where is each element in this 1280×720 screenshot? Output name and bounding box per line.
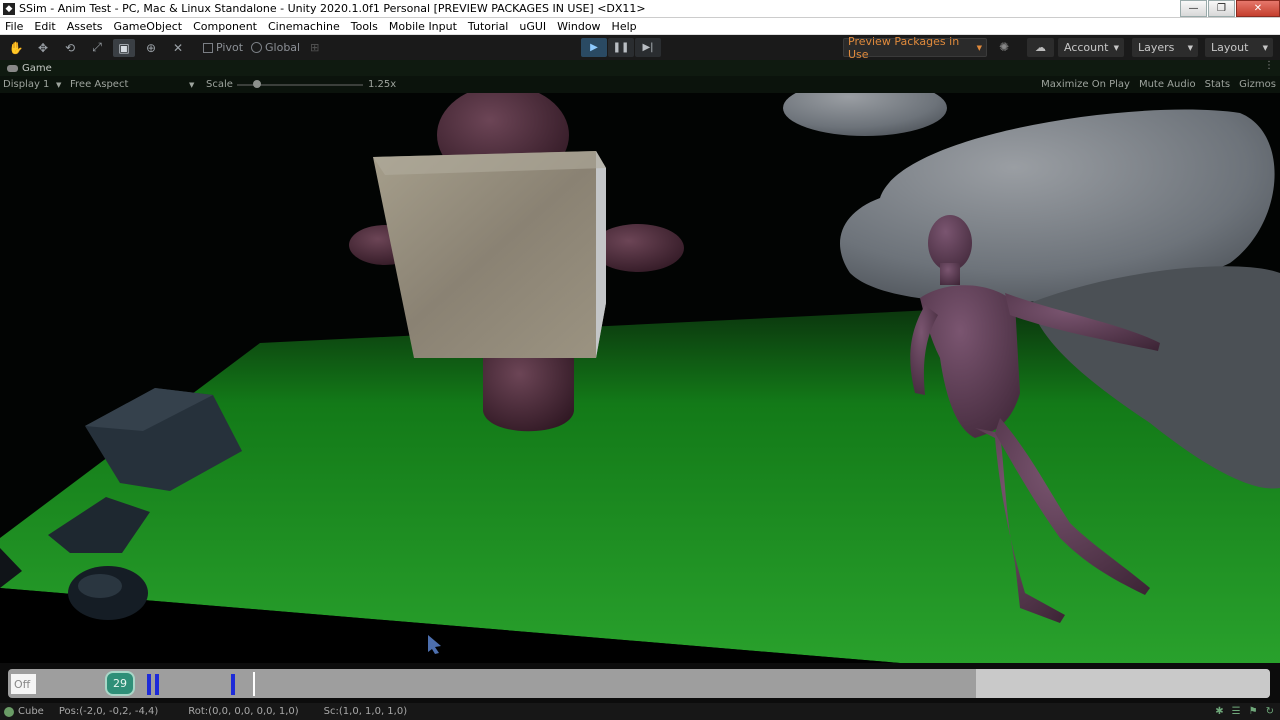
cloud-icon[interactable]: ☁ bbox=[1027, 38, 1054, 57]
account-dropdown[interactable]: Account ▼ bbox=[1058, 38, 1124, 57]
scale-readout: Sc:(1,0, 1,0, 1,0) bbox=[323, 706, 408, 717]
frame-counter[interactable]: 29 bbox=[105, 671, 135, 696]
unity-app-icon: ◆ bbox=[3, 2, 15, 15]
global-label: Global bbox=[265, 41, 301, 54]
transform-tool-icon[interactable]: ⊕ bbox=[140, 39, 162, 57]
game-tab-label: Game bbox=[22, 62, 52, 74]
custom-tool-icon[interactable]: ✕ bbox=[167, 39, 189, 57]
global-toggle[interactable]: Global bbox=[251, 41, 300, 54]
menu-tools[interactable]: Tools bbox=[346, 20, 384, 33]
window-title-bar[interactable]: ◆ SSim - Anim Test - PC, Mac & Linux Sta… bbox=[0, 0, 1280, 18]
layers-label: Layers bbox=[1138, 41, 1175, 54]
pause-button[interactable]: ❚❚ bbox=[608, 38, 634, 57]
game-view-toolbar: Display 1 ▼ Free Aspect ▼ Scale 1.25x Ma… bbox=[0, 76, 1280, 93]
window-title: SSim - Anim Test - PC, Mac & Linux Stand… bbox=[19, 2, 646, 15]
selected-object-name: Cube bbox=[18, 706, 44, 717]
chevron-down-icon: ▼ bbox=[189, 80, 195, 89]
bug-icon[interactable]: ✱ bbox=[1215, 706, 1223, 717]
menu-edit[interactable]: Edit bbox=[29, 20, 61, 33]
pivot-label: Pivot bbox=[216, 41, 244, 54]
main-toolbar: ✋ ✥ ⟲ ⤢ ▣ ⊕ ✕ Pivot Global ⊞ ▶ ❚❚ ▶| Pre… bbox=[0, 35, 1280, 61]
playhead[interactable] bbox=[253, 672, 255, 696]
chevron-down-icon: ▼ bbox=[976, 43, 982, 52]
chevron-down-icon: ▼ bbox=[1187, 43, 1193, 52]
rotation-readout: Rot:(0,0, 0,0, 0,0, 1,0) bbox=[188, 706, 299, 717]
chevron-down-icon: ▼ bbox=[1262, 43, 1268, 52]
rect-tool-icon[interactable]: ▣ bbox=[113, 38, 135, 57]
game-view-render[interactable] bbox=[0, 93, 1280, 663]
close-button[interactable]: ✕ bbox=[1236, 0, 1280, 17]
keyframe-marker[interactable] bbox=[231, 674, 235, 695]
menu-file[interactable]: File bbox=[0, 20, 29, 33]
menu-component[interactable]: Component bbox=[188, 20, 263, 33]
services-icon[interactable]: ✺ bbox=[999, 40, 1009, 54]
gizmos-dropdown[interactable]: Gizmos bbox=[1239, 79, 1276, 90]
keyframe-marker[interactable] bbox=[155, 674, 159, 695]
menu-gameobject[interactable]: GameObject bbox=[109, 20, 189, 33]
window-controls: — ❐ ✕ bbox=[1179, 0, 1280, 17]
menu-cinemachine[interactable]: Cinemachine bbox=[263, 20, 346, 33]
menu-window[interactable]: Window bbox=[552, 20, 606, 33]
maximize-on-play-toggle[interactable]: Maximize On Play bbox=[1041, 79, 1130, 90]
account-label: Account bbox=[1064, 41, 1109, 54]
display-dropdown[interactable]: Display 1 bbox=[3, 79, 49, 90]
aspect-dropdown[interactable]: Free Aspect bbox=[70, 79, 128, 90]
play-controls: ▶ ❚❚ ▶| bbox=[581, 38, 661, 57]
menu-bar: File Edit Assets GameObject Component Ci… bbox=[0, 18, 1280, 35]
scale-tool-icon[interactable]: ⤢ bbox=[86, 39, 108, 57]
play-button[interactable]: ▶ bbox=[581, 38, 607, 57]
chevron-down-icon: ▼ bbox=[56, 80, 62, 89]
game-view-options: Maximize On Play Mute Audio Stats Gizmos bbox=[1041, 79, 1276, 90]
gamepad-icon bbox=[7, 64, 18, 72]
status-bar: Cube Pos:(-2,0, -0,2, -4,4) Rot:(0,0, 0,… bbox=[0, 703, 1280, 720]
menu-mobile-input[interactable]: Mobile Input bbox=[384, 20, 463, 33]
step-button[interactable]: ▶| bbox=[635, 38, 661, 57]
move-tool-icon[interactable]: ✥ bbox=[32, 39, 54, 57]
menu-help[interactable]: Help bbox=[607, 20, 643, 33]
layers-dropdown[interactable]: Layers ▼ bbox=[1132, 38, 1198, 57]
status-icons: ✱ ☰ ⚑ ↻ bbox=[1215, 706, 1274, 717]
scene-render bbox=[0, 93, 1280, 663]
layers-icon[interactable]: ☰ bbox=[1232, 706, 1241, 717]
refresh-icon[interactable]: ↻ bbox=[1266, 706, 1274, 717]
scale-value: 1.25x bbox=[368, 79, 397, 90]
menu-tutorial[interactable]: Tutorial bbox=[463, 20, 514, 33]
rotate-tool-icon[interactable]: ⟲ bbox=[59, 39, 81, 57]
position-readout: Pos:(-2,0, -0,2, -4,4) bbox=[58, 706, 159, 717]
collab-icon[interactable]: ⚑ bbox=[1249, 706, 1258, 717]
tab-menu-icon[interactable]: ⋮ bbox=[1264, 60, 1274, 71]
preview-packages-dropdown[interactable]: Preview Packages in Use ▼ bbox=[843, 35, 987, 61]
grid-snap-icon[interactable]: ⊞ bbox=[310, 41, 319, 54]
pivot-icon bbox=[203, 42, 213, 53]
globe-icon bbox=[251, 42, 263, 53]
mute-audio-toggle[interactable]: Mute Audio bbox=[1139, 79, 1196, 90]
scale-slider-handle[interactable] bbox=[253, 80, 261, 88]
preview-packages-label: Preview Packages in Use bbox=[848, 34, 960, 61]
hand-tool-icon[interactable]: ✋ bbox=[5, 39, 27, 57]
menu-assets[interactable]: Assets bbox=[62, 20, 109, 33]
console-status-icon[interactable] bbox=[4, 706, 14, 717]
scale-label: Scale bbox=[206, 79, 233, 90]
minimize-button[interactable]: — bbox=[1180, 0, 1207, 17]
pivot-toggle[interactable]: Pivot bbox=[203, 41, 243, 54]
off-toggle[interactable]: Off bbox=[11, 674, 36, 694]
menu-ugui[interactable]: uGUI bbox=[514, 20, 552, 33]
maximize-button[interactable]: ❐ bbox=[1208, 0, 1235, 17]
tab-game[interactable]: Game bbox=[0, 63, 52, 74]
timeline-track[interactable]: Off 29 bbox=[8, 669, 1270, 698]
layout-label: Layout bbox=[1211, 41, 1249, 54]
game-tab-bar: Game ⋮ bbox=[0, 60, 1280, 76]
chevron-down-icon: ▼ bbox=[1113, 43, 1119, 52]
stats-toggle[interactable]: Stats bbox=[1205, 79, 1231, 90]
timeline-panel: Off 29 bbox=[0, 663, 1280, 703]
layout-dropdown[interactable]: Layout ▼ bbox=[1205, 38, 1273, 57]
keyframe-marker[interactable] bbox=[147, 674, 151, 695]
timeline-end-region bbox=[976, 669, 1270, 698]
